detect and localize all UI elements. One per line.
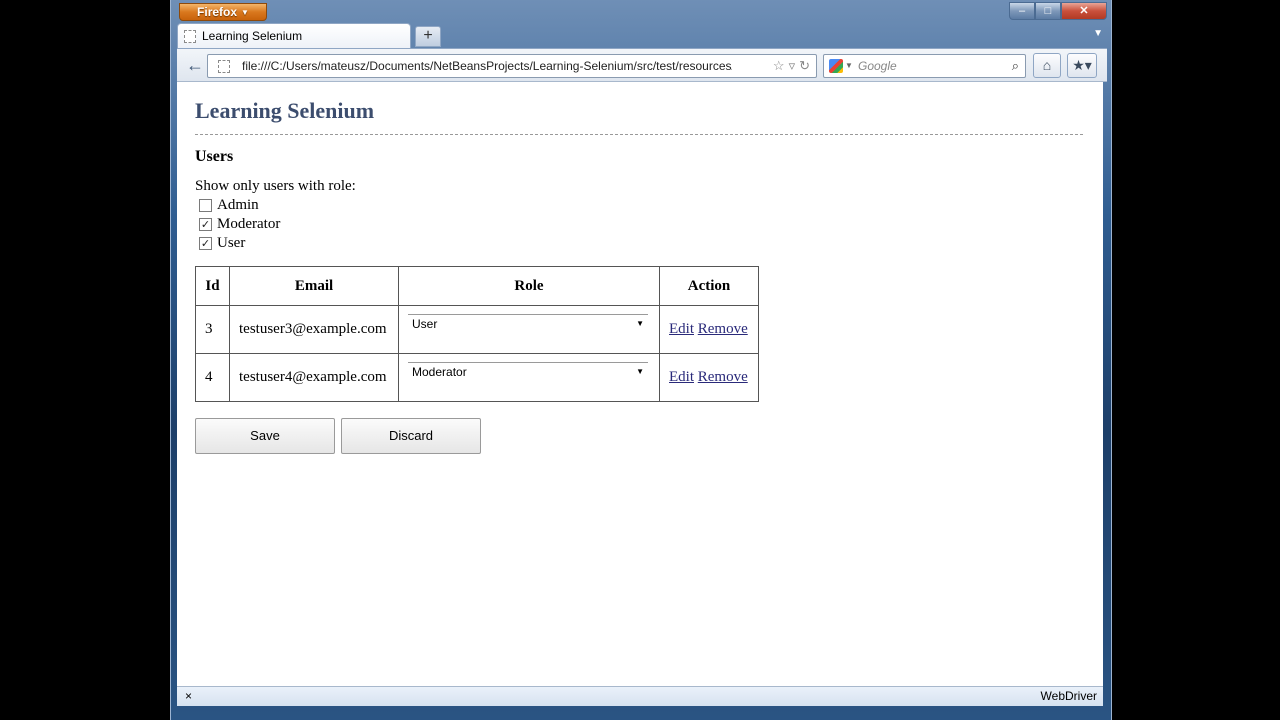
cell-email: testuser4@example.com	[229, 353, 399, 402]
cell-actions: Edit Remove	[659, 305, 759, 354]
reload-icon[interactable]: ↻	[799, 58, 810, 73]
tab-learning-selenium[interactable]: Learning Selenium	[177, 23, 411, 48]
cell-role: User ▼	[398, 305, 660, 354]
table-row: 3 testuser3@example.com User ▼ Edit Remo…	[195, 305, 759, 354]
header-action: Action	[659, 266, 759, 306]
chevron-down-icon: ▼	[636, 366, 644, 376]
filter-moderator: ✓ Moderator	[199, 215, 280, 234]
cell-email: testuser3@example.com	[229, 305, 399, 354]
role-select-value: User	[412, 316, 438, 331]
admin-checkbox[interactable]	[199, 199, 212, 212]
user-checkbox[interactable]: ✓	[199, 237, 212, 250]
moderator-checkbox[interactable]: ✓	[199, 218, 212, 231]
page-favicon-icon	[184, 30, 196, 43]
discard-button[interactable]: Discard	[341, 418, 481, 454]
tab-list-chevron-icon[interactable]: ▼	[1093, 28, 1103, 39]
back-arrow-icon[interactable]: ←	[182, 53, 208, 79]
home-icon[interactable]: ⌂	[1033, 53, 1061, 78]
header-email: Email	[229, 266, 399, 306]
url-bar[interactable]: file:///C:/Users/mateusz/Documents/NetBe…	[207, 54, 817, 78]
title-bar: Firefox ▼ ‒ □ ✕	[171, 0, 1111, 22]
close-statusbar-icon[interactable]: ×	[185, 687, 192, 706]
search-placeholder: Google	[858, 59, 897, 73]
header-id: Id	[195, 266, 230, 306]
cell-id: 4	[195, 353, 230, 402]
tab-title: Learning Selenium	[202, 29, 303, 43]
google-engine-icon[interactable]	[829, 59, 843, 73]
edit-link[interactable]: Edit	[669, 369, 694, 385]
chevron-down-icon: ▼	[636, 318, 644, 328]
url-text: file:///C:/Users/mateusz/Documents/NetBe…	[242, 59, 732, 73]
browser-window: Firefox ▼ ‒ □ ✕ Learning Selenium + ▼ ← f…	[170, 0, 1112, 720]
cell-actions: Edit Remove	[659, 353, 759, 402]
window-controls: ‒ □ ✕	[1009, 2, 1107, 20]
tab-strip: Learning Selenium + ▼	[177, 23, 1107, 48]
chevron-down-icon: ▼	[241, 8, 249, 17]
star-bookmark-icon[interactable]: ☆	[773, 58, 785, 73]
bookmarks-icon[interactable]: ★▾	[1067, 53, 1097, 78]
save-button[interactable]: Save	[195, 418, 335, 454]
search-magnifier-icon[interactable]: ⌕	[1012, 55, 1019, 77]
filter-user: ✓ User	[199, 234, 280, 253]
url-tools: ☆ ▿ ↻	[769, 55, 810, 77]
moderator-label: Moderator	[217, 216, 281, 232]
remove-link[interactable]: Remove	[698, 321, 748, 337]
page-title: Learning Selenium	[195, 98, 375, 123]
maximize-button[interactable]: □	[1035, 2, 1061, 20]
search-bar[interactable]: ▼ Google ⌕	[823, 54, 1026, 78]
cell-role: Moderator ▼	[398, 353, 660, 402]
navigation-toolbar: ← file:///C:/Users/mateusz/Documents/Net…	[177, 48, 1107, 82]
close-window-button[interactable]: ✕	[1061, 2, 1107, 20]
admin-label: Admin	[217, 197, 259, 213]
role-select[interactable]: User ▼	[408, 313, 648, 334]
new-tab-button[interactable]: +	[415, 26, 441, 47]
section-title-users: Users	[195, 148, 234, 165]
role-filter-label: Show only users with role:	[195, 178, 356, 194]
filter-admin: Admin	[199, 196, 280, 215]
table-row: 4 testuser4@example.com Moderator ▼ Edit…	[195, 353, 759, 402]
firefox-menu-label: Firefox	[197, 5, 238, 19]
role-select-value: Moderator	[412, 364, 467, 379]
edit-link[interactable]: Edit	[669, 321, 694, 337]
user-label: User	[217, 235, 246, 251]
header-role: Role	[398, 266, 660, 306]
minimize-button[interactable]: ‒	[1009, 2, 1035, 20]
status-bar: × WebDriver	[177, 686, 1103, 706]
engine-chevron-icon[interactable]: ▼	[845, 55, 853, 77]
table-header-row: Id Email Role Action	[195, 266, 759, 306]
site-identity-icon	[218, 60, 230, 73]
page-content: Learning Selenium Users Show only users …	[177, 82, 1103, 686]
history-dropdown-icon[interactable]: ▿	[789, 58, 796, 73]
title-divider	[195, 134, 1083, 135]
role-filters: Admin ✓ Moderator ✓ User	[199, 196, 280, 253]
cell-id: 3	[195, 305, 230, 354]
role-select[interactable]: Moderator ▼	[408, 361, 648, 382]
status-text: WebDriver	[1040, 689, 1097, 703]
firefox-menu-button[interactable]: Firefox ▼	[179, 3, 267, 21]
remove-link[interactable]: Remove	[698, 369, 748, 385]
users-table: Id Email Role Action 3 testuser3@example…	[195, 266, 759, 402]
